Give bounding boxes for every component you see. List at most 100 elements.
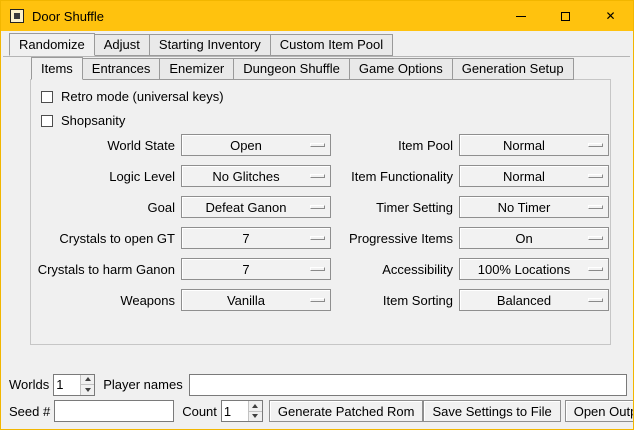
crystals-harm-ganon-value: 7 — [182, 262, 310, 277]
menu-indicator-icon — [310, 174, 325, 178]
close-button[interactable]: ✕ — [588, 1, 633, 31]
tab-game-options[interactable]: Game Options — [349, 58, 453, 80]
menu-indicator-icon — [310, 267, 325, 271]
tab-custom-item-pool[interactable]: Custom Item Pool — [270, 34, 393, 56]
crystals-open-gt-value: 7 — [182, 231, 310, 246]
seed-input[interactable] — [54, 400, 174, 422]
menu-indicator-icon — [588, 236, 603, 240]
up-arrow-icon — [252, 404, 258, 408]
progressive-items-dropdown[interactable]: On — [459, 227, 609, 249]
crystals-open-gt-dropdown[interactable]: 7 — [181, 227, 331, 249]
item-pool-dropdown[interactable]: Normal — [459, 134, 609, 156]
worlds-label: Worlds — [9, 377, 49, 392]
tab-starting-inventory[interactable]: Starting Inventory — [149, 34, 271, 56]
world-state-label: World State — [35, 138, 175, 153]
retro-mode-checkbox[interactable] — [41, 91, 53, 103]
timer-setting-dropdown[interactable]: No Timer — [459, 196, 609, 218]
count-input[interactable] — [222, 401, 248, 421]
crystals-harm-ganon-dropdown[interactable]: 7 — [181, 258, 331, 280]
crystals-harm-ganon-label: Crystals to harm Ganon — [35, 262, 175, 277]
close-icon: ✕ — [605, 10, 615, 22]
worlds-spin-buttons — [80, 375, 94, 395]
retro-mode-label: Retro mode (universal keys) — [61, 89, 224, 104]
timer-setting-label: Timer Setting — [337, 200, 453, 215]
count-spin-down[interactable] — [249, 411, 262, 422]
timer-setting-value: No Timer — [460, 200, 588, 215]
menu-indicator-icon — [588, 174, 603, 178]
outer-tab-bar: Randomize Adjust Starting Inventory Cust… — [9, 34, 392, 56]
tab-dungeon-shuffle[interactable]: Dungeon Shuffle — [233, 58, 350, 80]
down-arrow-icon — [252, 414, 258, 418]
save-settings-button[interactable]: Save Settings to File — [423, 400, 560, 422]
accessibility-label: Accessibility — [337, 262, 453, 277]
progressive-items-value: On — [460, 231, 588, 246]
count-label: Count — [182, 404, 217, 419]
worlds-spinbox[interactable] — [53, 374, 95, 396]
window-controls: ✕ — [498, 1, 633, 31]
settings-grid: World State Open Item Pool Normal Logic … — [35, 134, 609, 311]
logic-level-label: Logic Level — [35, 169, 175, 184]
worlds-spin-down[interactable] — [81, 384, 94, 395]
item-functionality-label: Item Functionality — [337, 169, 453, 184]
accessibility-value: 100% Locations — [460, 262, 588, 277]
open-output-directory-button[interactable]: Open Output Directory — [565, 400, 634, 422]
item-pool-label: Item Pool — [337, 138, 453, 153]
goal-dropdown[interactable]: Defeat Ganon — [181, 196, 331, 218]
item-functionality-dropdown[interactable]: Normal — [459, 165, 609, 187]
maximize-button[interactable] — [543, 1, 588, 31]
app-icon-detail — [14, 13, 20, 19]
world-state-value: Open — [182, 138, 310, 153]
tab-generation-setup[interactable]: Generation Setup — [452, 58, 574, 80]
app-icon — [10, 9, 24, 23]
logic-level-dropdown[interactable]: No Glitches — [181, 165, 331, 187]
shopsanity-checkbox[interactable] — [41, 115, 53, 127]
goal-label: Goal — [35, 200, 175, 215]
outer-pane-border — [3, 56, 630, 57]
world-state-dropdown[interactable]: Open — [181, 134, 331, 156]
inner-tab-bar: Items Entrances Enemizer Dungeon Shuffle… — [31, 58, 573, 80]
minimize-button[interactable] — [498, 1, 543, 31]
tab-enemizer[interactable]: Enemizer — [159, 58, 234, 80]
player-names-label: Player names — [103, 377, 182, 392]
titlebar[interactable]: Door Shuffle ✕ — [1, 1, 633, 31]
count-spinbox[interactable] — [221, 400, 263, 422]
menu-indicator-icon — [310, 143, 325, 147]
window-title: Door Shuffle — [32, 9, 104, 24]
tab-entrances[interactable]: Entrances — [82, 58, 161, 80]
worlds-input[interactable] — [54, 375, 80, 395]
shopsanity-checkbox-row[interactable]: Shopsanity — [41, 113, 125, 128]
item-sorting-value: Balanced — [460, 293, 588, 308]
item-functionality-value: Normal — [460, 169, 588, 184]
menu-indicator-icon — [310, 205, 325, 209]
menu-indicator-icon — [588, 298, 603, 302]
weapons-dropdown[interactable]: Vanilla — [181, 289, 331, 311]
worlds-spin-up[interactable] — [81, 375, 94, 385]
seed-label: Seed # — [9, 404, 50, 419]
menu-indicator-icon — [588, 267, 603, 271]
count-spin-up[interactable] — [249, 401, 262, 411]
accessibility-dropdown[interactable]: 100% Locations — [459, 258, 609, 280]
weapons-value: Vanilla — [182, 293, 310, 308]
progressive-items-label: Progressive Items — [337, 231, 453, 246]
generate-patched-rom-button[interactable]: Generate Patched Rom — [269, 400, 424, 422]
item-pool-value: Normal — [460, 138, 588, 153]
seed-row: Seed # Count Generate Patched Rom Save S… — [9, 399, 628, 423]
retro-mode-checkbox-row[interactable]: Retro mode (universal keys) — [41, 89, 224, 104]
player-names-input[interactable] — [189, 374, 627, 396]
minimize-icon — [516, 16, 526, 17]
menu-indicator-icon — [310, 236, 325, 240]
tab-items[interactable]: Items — [31, 57, 83, 80]
shopsanity-label: Shopsanity — [61, 113, 125, 128]
tab-randomize[interactable]: Randomize — [9, 33, 95, 56]
items-tab-pane: Retro mode (universal keys) Shopsanity W… — [30, 79, 611, 345]
goal-value: Defeat Ganon — [182, 200, 310, 215]
item-sorting-label: Item Sorting — [337, 293, 453, 308]
item-sorting-dropdown[interactable]: Balanced — [459, 289, 609, 311]
logic-level-value: No Glitches — [182, 169, 310, 184]
crystals-open-gt-label: Crystals to open GT — [35, 231, 175, 246]
tab-adjust[interactable]: Adjust — [94, 34, 150, 56]
menu-indicator-icon — [310, 298, 325, 302]
worlds-row: Worlds Player names — [9, 373, 627, 396]
maximize-icon — [561, 12, 570, 21]
app-window: Door Shuffle ✕ Randomize Adjust Starting… — [0, 0, 634, 430]
